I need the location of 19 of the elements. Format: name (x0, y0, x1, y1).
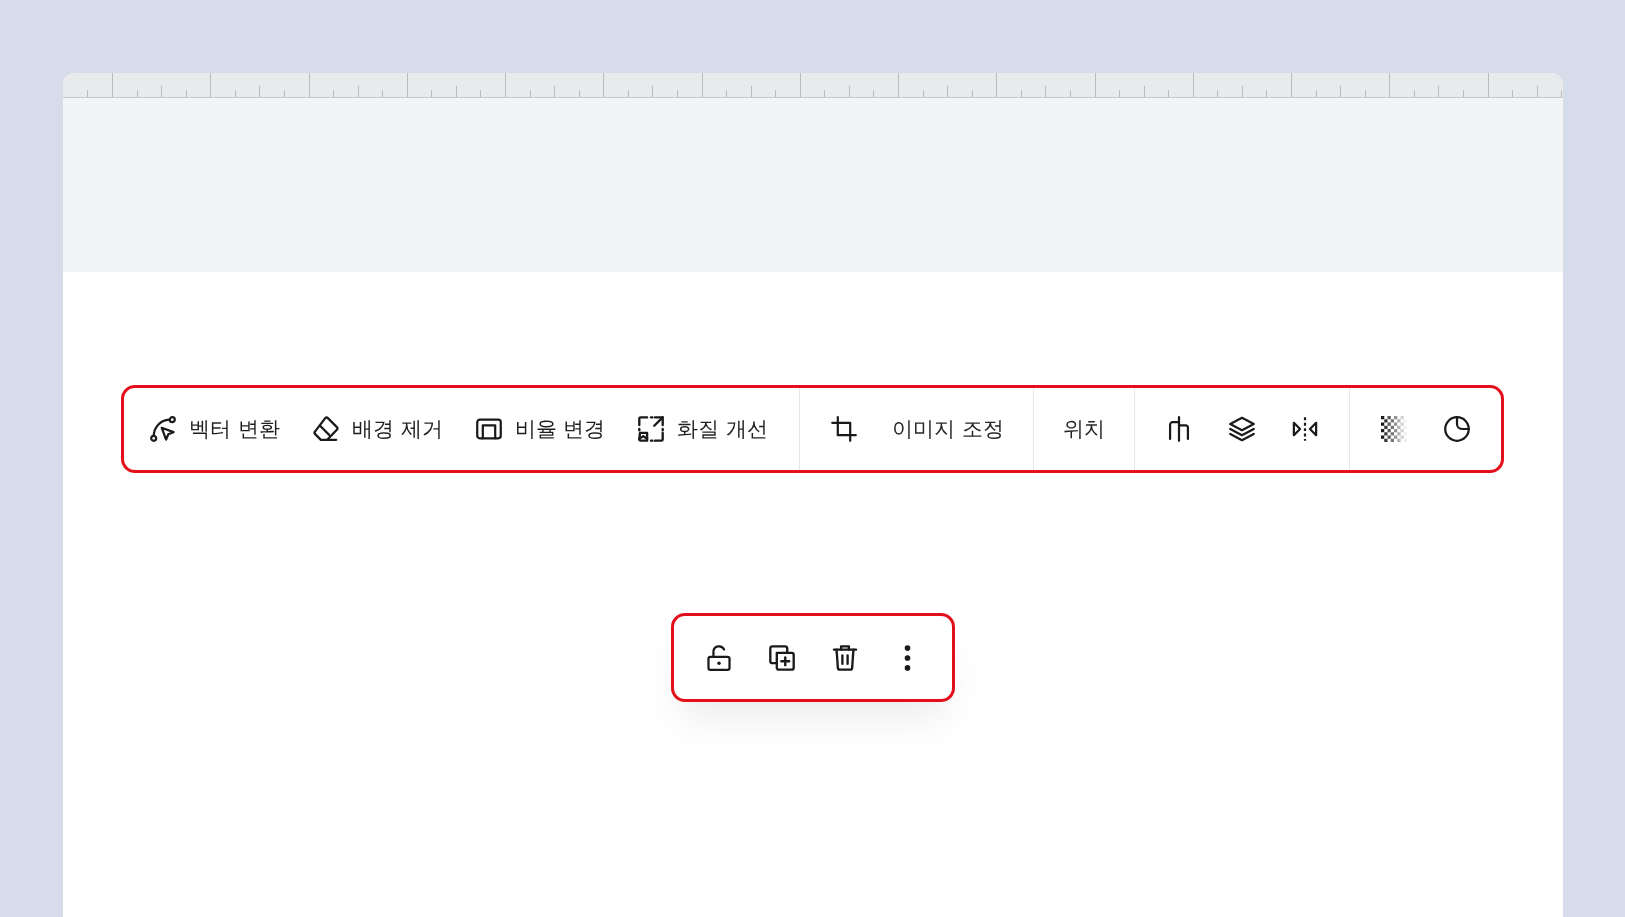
toolbar-button[interactable]: 화질 개선 (632, 409, 775, 449)
layers-icon (1228, 416, 1255, 442)
toolbar-button[interactable]: 비율 변경 (469, 409, 612, 449)
pie-icon (1443, 416, 1470, 442)
trash-icon (831, 644, 858, 671)
eraser-icon (312, 416, 339, 442)
image-enhance-icon (638, 416, 665, 442)
more-icon (903, 644, 911, 671)
duplicate-icon (768, 644, 795, 671)
toolbar-button[interactable]: 이미지 조정 (886, 409, 1010, 449)
unlock-icon (705, 644, 732, 671)
crop-icon (831, 416, 858, 442)
flip-icon (1291, 416, 1318, 442)
toolbar-button[interactable]: 위치 (1056, 409, 1111, 449)
aspect-ratio-icon (475, 416, 502, 442)
vector-path-icon (150, 416, 177, 442)
toolbar-button[interactable]: 벡터 변환 (144, 409, 286, 449)
toolbar-button[interactable]: 배경 제거 (306, 409, 449, 449)
transparency-icon (1380, 416, 1407, 442)
